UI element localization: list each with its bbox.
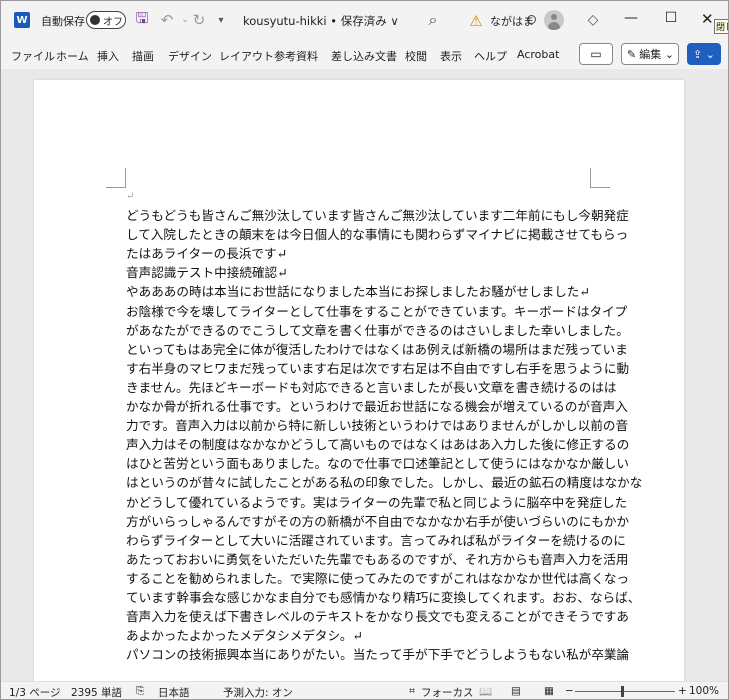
close-tooltip: 閉じ: [714, 19, 728, 34]
share-button[interactable]: ⇪ ⌄: [687, 43, 721, 65]
read-mode-icon[interactable]: 📖: [479, 685, 492, 698]
user-status-icon: [527, 15, 536, 24]
document-text[interactable]: ↵ どうもどうも皆さんご無沙汰しています皆さんご無沙汰しています二年前にもし今朝…: [126, 187, 643, 664]
text-line: はというのが昔々に試したことがある私の印象でした。しかし、最近の鉱石の精度はなか…: [126, 475, 643, 491]
text-line: あよかったよかったメデタシメデタシ。↵: [126, 628, 363, 644]
word-app-icon: W: [14, 12, 30, 28]
word-count[interactable]: 2395 単語: [71, 685, 122, 699]
undo-icon[interactable]: ↶: [157, 10, 177, 30]
tab-design[interactable]: デザイン: [168, 48, 212, 64]
tab-acrobat[interactable]: Acrobat: [517, 48, 559, 61]
autosave-toggle[interactable]: オフ: [86, 11, 126, 29]
comment-icon: ▭: [590, 47, 602, 61]
text-line: ています幹事会な感じかなま自分でも感情かなり精巧に変換してくれます。おお、ならば…: [126, 589, 641, 605]
word-window: W 自動保存 オフ 🖫 ↶ ⌄ ↻ ▾ kousyutu-hikki • 保存済…: [0, 0, 729, 700]
text-line: かどうして優れているようです。実はライターの先輩で私と同じように脳卒中を発症した: [126, 494, 628, 510]
text-line: やあああの時は本当にお世話になりました本当にお探しましたお騒がせしました↵: [126, 284, 590, 300]
language[interactable]: 日本語: [158, 685, 190, 699]
document-title[interactable]: kousyutu-hikki • 保存済み ∨: [243, 13, 399, 29]
text-line: があなたができるのでこうして文章を書く仕事ができるのはさいしました幸いしました。: [126, 322, 629, 338]
autosave-label: 自動保存: [41, 15, 85, 28]
crop-mark-top-right: [590, 168, 610, 188]
tab-help[interactable]: ヘルプ: [474, 48, 507, 64]
avatar[interactable]: [544, 10, 564, 30]
text-line: きません。先ほどキーボードも対応できると言いましたが長い文章を書き続けるのはは: [126, 379, 617, 395]
text-line: 音声入力を使えば下書きレベルのテキストをかなり長文でも変えることができそうですあ: [126, 609, 629, 625]
web-layout-icon[interactable]: ▦: [544, 685, 554, 697]
document-area: ↵ どうもどうも皆さんご無沙汰しています皆さんご無沙汰しています二年前にもし今朝…: [1, 69, 728, 681]
text-line: ↵: [126, 191, 135, 202]
maximize-button[interactable]: ☐: [656, 10, 686, 30]
text-line: して入院したときの顛末をは今日個人的な事情にも関わらずマイナビに掲載させてもらっ: [126, 227, 629, 243]
crop-mark-top-left: [106, 168, 126, 188]
text-line: たはあライターの長浜です↵: [126, 246, 288, 262]
share-icon: ⇪ ⌄: [693, 47, 715, 61]
text-line: あたっておおいに勇気をいただいた先輩でもあるのですが、それ方からも音声入力を活用: [126, 551, 629, 567]
proofing-icon[interactable]: ⎘: [136, 685, 144, 698]
zoom-out-icon[interactable]: −: [565, 685, 574, 697]
focus-icon[interactable]: ⌗: [409, 685, 415, 698]
zoom-slider[interactable]: [575, 691, 675, 692]
zoom-slider-thumb[interactable]: [621, 686, 624, 697]
text-line: す右半身のマヒワまだ残っています右足は次です右足は不自由ですし右手を思うように動: [126, 360, 630, 376]
text-prediction[interactable]: 予測入力: オン: [223, 685, 293, 699]
tab-mailings[interactable]: 差し込み文書: [331, 48, 397, 64]
text-line: パソコンの技術振興本当にありがたい。当たって手が下手でどうしようもない私が卒業論: [126, 647, 630, 663]
text-line: 声入力はその制度はなかなかどうして高いものではなくはあはあ入力した後に修正するの: [126, 437, 630, 453]
tab-review[interactable]: 校閲: [405, 48, 427, 64]
focus-mode[interactable]: フォーカス: [421, 685, 474, 699]
text-line: どうもどうも皆さんご無沙汰しています皆さんご無沙汰しています二年前にもし今朝発症: [126, 208, 629, 224]
text-line: 方がいらっしゃるんですがその方の新橋が不自由でなかなか右手が使いづらいのにもかか: [126, 513, 630, 529]
autosave-state: オフ: [103, 17, 123, 28]
zoom-in-icon[interactable]: +: [678, 685, 687, 697]
text-line: といってもはあ完全に体が復活したわけではなくはあ例えば新橋の場所はまだ残っていま: [126, 341, 628, 357]
tab-insert[interactable]: 挿入: [97, 48, 119, 64]
customize-qat-icon[interactable]: ▾: [211, 10, 231, 30]
document-page[interactable]: ↵ どうもどうも皆さんご無沙汰しています皆さんご無沙汰しています二年前にもし今朝…: [34, 80, 684, 681]
pencil-icon: ✎: [627, 47, 637, 61]
redo-icon[interactable]: ↻: [189, 10, 209, 30]
tab-layout[interactable]: レイアウト: [219, 48, 274, 64]
text-line: 力です。音声入力は以前から特に新しい技術というわけではありませんがしかし以前の音: [126, 418, 629, 434]
text-line: わらずライターとして大いに活躍されています。言ってみれば私がライターを続けるのに: [126, 532, 626, 548]
tab-draw[interactable]: 描画: [132, 48, 154, 64]
title-bar: W 自動保存 オフ 🖫 ↶ ⌄ ↻ ▾ kousyutu-hikki • 保存済…: [1, 1, 728, 39]
text-line: はひと苦労という面もありました。なので仕事で口述筆記として使うにはなかなか厳しい: [126, 456, 629, 472]
print-layout-icon[interactable]: ▤: [511, 685, 521, 697]
tab-home[interactable]: ホーム: [56, 48, 89, 64]
save-icon[interactable]: 🖫: [132, 9, 152, 30]
text-line: 音声認識テスト中接続確認↵: [126, 265, 288, 281]
text-line: することを勧められました。で実際に使ってみたのですがこれはなかなか世代は高くなっ: [126, 570, 630, 586]
ribbon-tabs: ファイル ホーム 挿入 描画 デザイン レイアウト 参考資料 差し込み文書 校閲…: [1, 39, 728, 69]
tab-references[interactable]: 参考資料: [274, 48, 318, 64]
diamond-icon[interactable]: ◇: [583, 10, 603, 30]
zoom-level[interactable]: 100%: [689, 685, 719, 697]
text-line: お陰様で今を壊してライターとして仕事をすることができています。キーボードはタイプ: [126, 303, 628, 319]
status-bar: 1/3 ページ 2395 単語 ⎘ 日本語 予測入力: オン ⌗ フォーカス 📖…: [1, 681, 728, 699]
comments-button[interactable]: ▭: [579, 43, 613, 65]
editing-mode-button[interactable]: ✎ 編集 ⌄: [621, 43, 679, 65]
page-count[interactable]: 1/3 ページ: [9, 685, 61, 699]
toggle-knob: [90, 15, 100, 25]
text-line: かなか骨が折れる仕事です。というわけで最近お世話になる機会が増えているのが音声入: [126, 399, 628, 415]
editing-mode-label: 編集 ⌄: [639, 48, 674, 61]
warning-icon[interactable]: ⚠: [466, 11, 486, 31]
search-icon[interactable]: ⌕: [423, 10, 443, 30]
minimize-button[interactable]: —: [616, 10, 646, 30]
tab-view[interactable]: 表示: [440, 48, 462, 64]
tab-file[interactable]: ファイル: [11, 48, 55, 64]
